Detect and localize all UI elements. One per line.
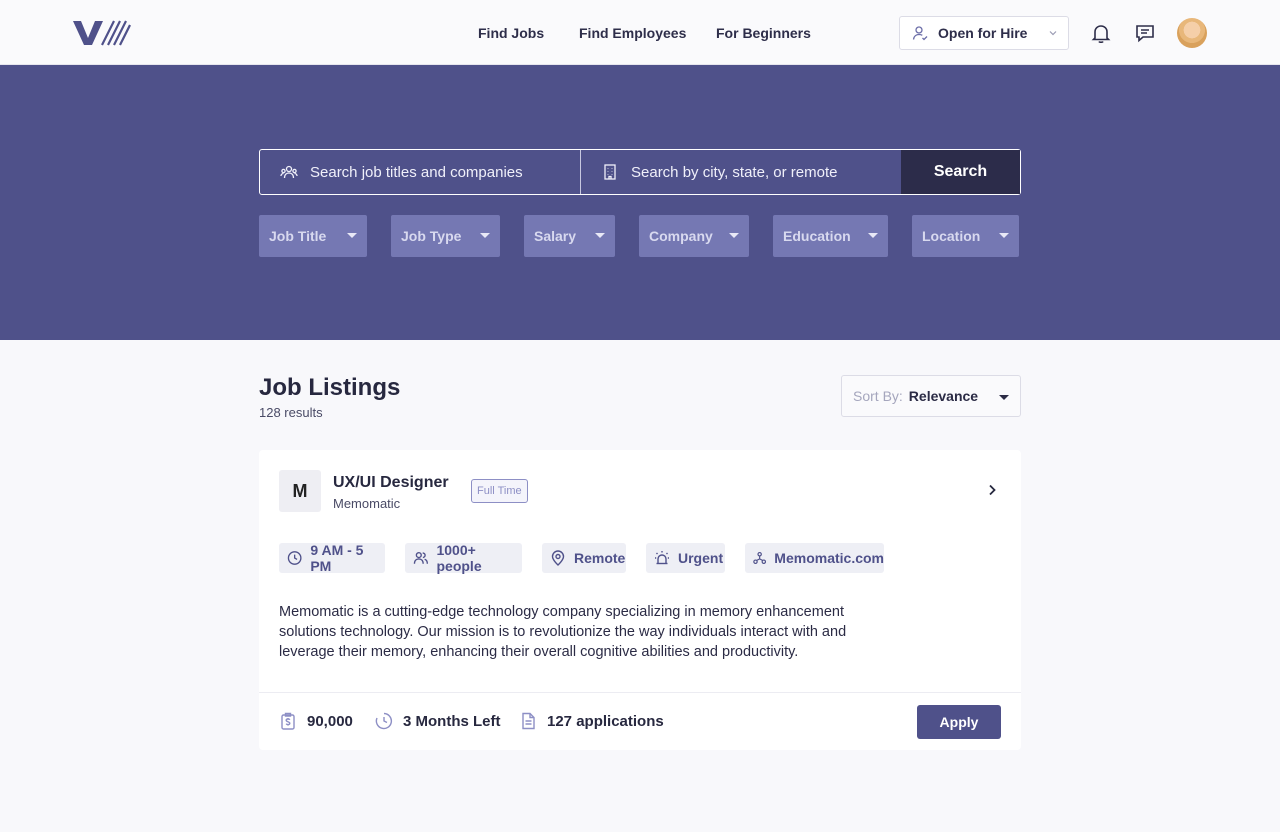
building-icon [604,164,616,180]
tag-label: 9 AM - 5 PM [310,542,364,574]
tag-label: Urgent [678,550,724,566]
people-icon [280,165,298,179]
job-type-badge: Full Time [471,479,528,503]
filter-education[interactable]: Education [773,215,888,257]
page-title: Job Listings [259,374,401,401]
tag-urgency: Urgent [646,543,725,573]
filter-location[interactable]: Location [912,215,1019,257]
top-header: Find Jobs Find Employees For Beginners O… [0,0,1280,65]
filter-job-type[interactable]: Job Type [391,215,500,257]
filter-salary[interactable]: Salary [524,215,615,257]
results-count: 128 results [259,405,323,420]
location-search-placeholder: Search by city, state, or remote [631,163,838,181]
applications-value: 127 applications [547,712,664,730]
apply-button[interactable]: Apply [917,705,1001,739]
filter-job-title[interactable]: Job Title [259,215,367,257]
location-search-input[interactable]: Search by city, state, or remote [581,150,901,194]
sort-value: Relevance [908,388,979,404]
job-description: Memomatic is a cutting-edge technology c… [279,604,847,660]
applications-stat: 127 applications [519,712,664,730]
job-title[interactable]: UX/UI Designer [333,474,449,492]
alarm-icon [655,551,669,565]
network-icon [753,552,767,564]
bell-icon[interactable] [1090,22,1112,44]
nav-find-employees[interactable]: Find Employees [579,0,686,65]
caret-down-icon [480,233,490,238]
caret-down-icon [595,233,605,238]
job-search-placeholder: Search job titles and companies [310,163,523,181]
time-left-value: 3 Months Left [403,712,501,730]
job-card[interactable]: M UX/UI Designer Memomatic Full Time 9 A… [259,450,1021,750]
open-for-hire-label: Open for Hire [938,25,1028,41]
job-search-input[interactable]: Search job titles and companies [260,150,581,194]
time-left-stat: 3 Months Left [375,712,501,730]
tag-company-size: 1000+ people [405,542,522,574]
caret-down-icon [999,395,1009,400]
document-icon [522,712,535,730]
filter-label: Location [922,228,981,244]
caret-down-icon [347,233,357,238]
caret-down-icon [729,233,739,238]
caret-down-icon [999,233,1009,238]
salary-value: 90,000 [307,712,353,730]
salary-stat: 90,000 [279,712,353,730]
tag-label: Remote [574,550,626,566]
tag-label: 1000+ people [436,542,482,574]
caret-down-icon [868,233,878,238]
sort-label: Sort By: [853,388,903,404]
filter-label: Company [649,228,713,244]
tag-hours: 9 AM - 5 PM [279,542,385,574]
filter-label: Job Type [401,228,462,244]
nav-find-jobs[interactable]: Find Jobs [478,0,544,65]
tag-location: Remote [542,543,626,573]
search-bar: Search job titles and companies Search b… [259,149,1021,195]
salary-icon [281,712,295,730]
tag-label: Memomatic.com [774,550,884,566]
filter-company[interactable]: Company [639,215,749,257]
search-button[interactable]: Search [901,150,1020,194]
hero-banner [0,65,1280,340]
open-for-hire-select[interactable]: Open for Hire [899,16,1069,50]
filter-label: Job Title [269,228,327,244]
time-icon [375,712,393,730]
divider [259,692,1021,693]
filter-label: Education [783,228,851,244]
map-pin-icon [551,550,565,566]
tag-website[interactable]: Memomatic.com [745,543,884,573]
chevron-right-icon[interactable] [985,483,999,497]
users-icon [413,551,429,564]
message-icon[interactable] [1134,22,1156,44]
avatar[interactable] [1177,18,1207,48]
logo[interactable] [72,18,132,48]
company-name: Memomatic [333,496,401,511]
sort-select[interactable]: Sort By: Relevance [841,375,1021,417]
user-icon [912,26,928,41]
company-logo: M [279,470,321,512]
filter-label: Salary [534,228,577,244]
chevron-down-icon [1049,31,1057,36]
nav-for-beginners[interactable]: For Beginners [716,0,811,65]
clock-icon [287,551,302,565]
